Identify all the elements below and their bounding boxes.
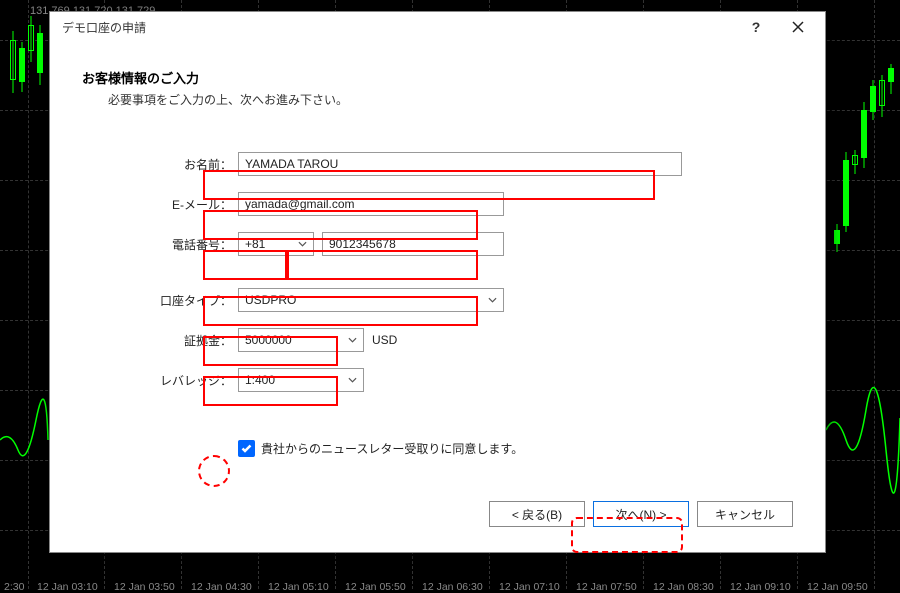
leverage-select[interactable]: 1:400 bbox=[238, 368, 364, 392]
highlight-consent-circle bbox=[198, 455, 230, 487]
account-type-value: USDPRO bbox=[245, 293, 296, 307]
deposit-select[interactable]: 5000000 bbox=[238, 328, 364, 352]
demo-account-dialog: デモ口座の申請 ? お客様情報のご入力 必要事項をご入力の上、次へお進み下さい。… bbox=[49, 11, 826, 553]
leverage-label: レバレッジ： bbox=[82, 372, 238, 389]
deposit-value: 5000000 bbox=[245, 333, 292, 347]
account-type-label: 口座タイプ： bbox=[82, 292, 238, 309]
email-input[interactable] bbox=[238, 192, 504, 216]
help-button[interactable]: ? bbox=[735, 13, 777, 41]
section-sub-heading: 必要事項をご入力の上、次へお進み下さい。 bbox=[108, 91, 793, 108]
phone-number-input[interactable] bbox=[322, 232, 504, 256]
leverage-value: 1:400 bbox=[245, 373, 275, 387]
phone-label: 電話番号： bbox=[82, 236, 238, 253]
name-input[interactable] bbox=[238, 152, 682, 176]
dialog-titlebar: デモ口座の申請 ? bbox=[50, 12, 825, 42]
name-label: お名前： bbox=[82, 156, 238, 173]
phone-code-select[interactable]: +81 bbox=[238, 232, 314, 256]
account-type-select[interactable]: USDPRO bbox=[238, 288, 504, 312]
dialog-body: お客様情報のご入力 必要事項をご入力の上、次へお進み下さい。 お名前： E-メー… bbox=[50, 42, 825, 552]
phone-code-value: +81 bbox=[245, 237, 265, 251]
dialog-title: デモ口座の申請 bbox=[62, 19, 735, 36]
next-button[interactable]: 次へ(N) > bbox=[593, 501, 689, 527]
email-label: E-メール： bbox=[82, 196, 238, 213]
consent-label: 貴社からのニュースレター受取りに同意します。 bbox=[261, 440, 523, 457]
back-button[interactable]: < 戻る(B) bbox=[489, 501, 585, 527]
close-button[interactable] bbox=[777, 13, 819, 41]
consent-checkbox[interactable] bbox=[238, 440, 255, 457]
cancel-button[interactable]: キャンセル bbox=[697, 501, 793, 527]
deposit-currency: USD bbox=[372, 333, 397, 347]
deposit-label: 証拠金： bbox=[82, 332, 238, 349]
section-heading: お客様情報のご入力 bbox=[82, 68, 793, 87]
